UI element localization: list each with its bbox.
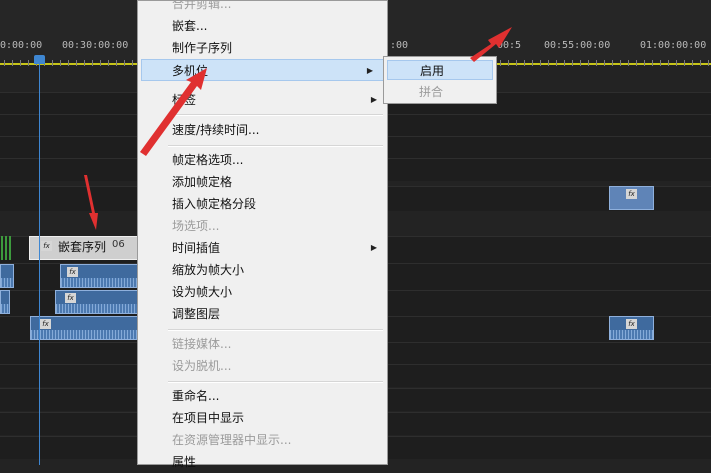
arrow-annotation-icon (140, 68, 207, 156)
arrow-annotation-icon (84, 175, 98, 230)
arrow-annotation-icon (470, 27, 512, 62)
annotation-arrows (84, 27, 512, 230)
